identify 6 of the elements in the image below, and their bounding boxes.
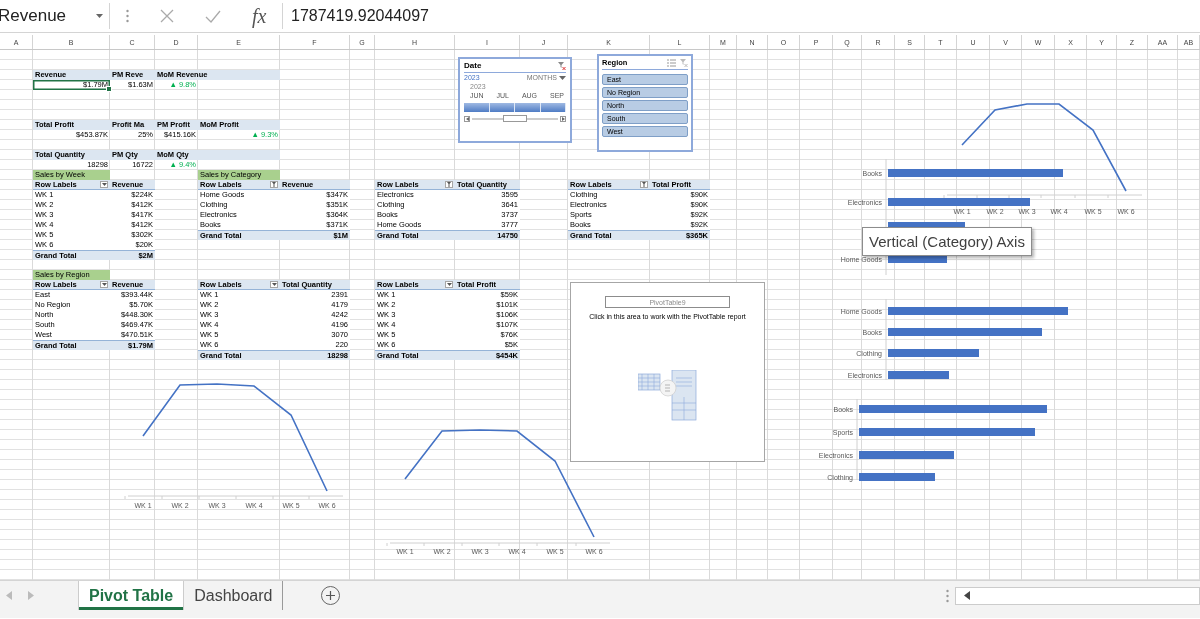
name-box[interactable]: Revenue	[0, 6, 67, 26]
sheet-tab[interactable]: Pivot Table	[78, 581, 185, 610]
tooltip: Vertical (Category) Axis	[862, 227, 1032, 256]
slicer-title: Date	[464, 61, 482, 71]
insert-function-button[interactable]: fx	[252, 4, 267, 28]
formula-field[interactable]: 1787419.92044097	[282, 3, 1200, 29]
